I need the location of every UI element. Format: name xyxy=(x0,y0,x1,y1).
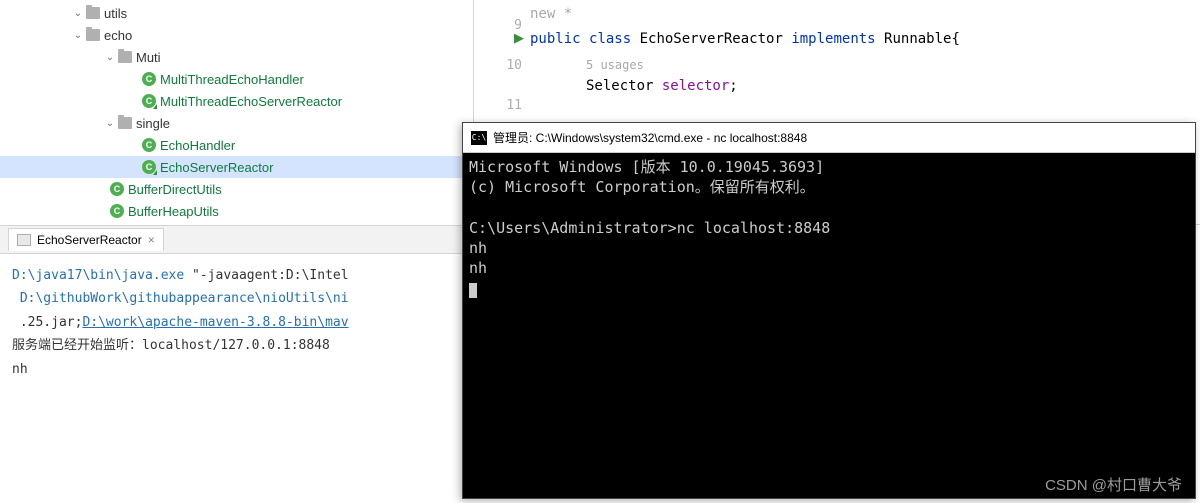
usages-hint[interactable]: 5 usages xyxy=(530,56,1200,74)
tree-item-label: BufferDirectUtils xyxy=(128,182,222,197)
chevron-down-icon[interactable]: ⌄ xyxy=(70,5,86,21)
tree-item-label: EchoHandler xyxy=(160,138,235,153)
tree-item-single[interactable]: ⌄ single xyxy=(0,112,473,134)
code-line[interactable]: public class EchoServerReactor implement… xyxy=(530,29,1200,50)
run-gutter-icon[interactable]: ▶ xyxy=(514,30,524,46)
tree-item-label: MultiThreadEchoServerReactor xyxy=(160,94,342,109)
close-icon[interactable]: × xyxy=(148,233,155,247)
tree-item-label: EchoServerReactor xyxy=(160,160,273,175)
cmd-body[interactable]: Microsoft Windows [版本 10.0.19045.3693] (… xyxy=(463,153,1195,303)
tree-item-label: echo xyxy=(104,28,132,43)
class-icon: C xyxy=(142,160,156,174)
run-tab-label: EchoServerReactor xyxy=(37,233,142,247)
folder-icon xyxy=(86,7,100,19)
class-icon: C xyxy=(142,138,156,152)
tree-item-utils[interactable]: ⌄ utils xyxy=(0,2,473,24)
console-icon xyxy=(17,234,31,246)
class-icon: C xyxy=(110,182,124,196)
tree-item-label: MultiThreadEchoHandler xyxy=(160,72,304,87)
folder-icon xyxy=(86,29,100,41)
tree-item-multithreadechoserverreactor[interactable]: C MultiThreadEchoServerReactor xyxy=(0,90,473,112)
cmd-window[interactable]: C:\ 管理员: C:\Windows\system32\cmd.exe - n… xyxy=(462,122,1196,499)
tree-item-label: utils xyxy=(104,6,127,21)
class-icon: C xyxy=(142,94,156,108)
code-line[interactable]: Selector selector; xyxy=(530,76,1200,97)
class-icon: C xyxy=(110,204,124,218)
tree-item-echoserverreactor[interactable]: C EchoServerReactor xyxy=(0,156,473,178)
tree-item-label: single xyxy=(136,116,170,131)
chevron-down-icon[interactable]: ⌄ xyxy=(102,115,118,131)
cmd-cursor xyxy=(469,283,477,298)
chevron-down-icon[interactable]: ⌄ xyxy=(102,49,118,65)
tree-item-label: Muti xyxy=(136,50,161,65)
chevron-down-icon[interactable]: ⌄ xyxy=(70,27,86,43)
tree-item-label: BufferHeapUtils xyxy=(128,204,219,219)
run-tool-window: EchoServerReactor × D:\java17\bin\java.e… xyxy=(0,225,462,503)
cmd-title-text: 管理员: C:\Windows\system32\cmd.exe - nc lo… xyxy=(493,129,807,146)
tree-item-echo[interactable]: ⌄ echo xyxy=(0,24,473,46)
run-tab[interactable]: EchoServerReactor × xyxy=(8,228,164,251)
folder-icon xyxy=(118,117,132,129)
tree-item-multithreadechohandler[interactable]: C MultiThreadEchoHandler xyxy=(0,68,473,90)
cmd-icon: C:\ xyxy=(471,131,487,145)
tree-item-bufferdirectutils[interactable]: C BufferDirectUtils xyxy=(0,178,473,200)
run-tab-bar: EchoServerReactor × xyxy=(0,226,462,254)
tree-item-bufferheaputils[interactable]: C BufferHeapUtils xyxy=(0,200,473,222)
folder-icon xyxy=(118,51,132,63)
tree-item-echohandler[interactable]: C EchoHandler xyxy=(0,134,473,156)
class-icon: C xyxy=(142,72,156,86)
cmd-title-bar[interactable]: C:\ 管理员: C:\Windows\system32\cmd.exe - n… xyxy=(463,123,1195,153)
tree-item-muti[interactable]: ⌄ Muti xyxy=(0,46,473,68)
project-tree[interactable]: ⌄utils⌄echo⌄MutiCMultiThreadEchoHandlerC… xyxy=(0,0,474,225)
watermark: CSDN @村口曹大爷 xyxy=(1045,474,1182,495)
inlay-hint: new * xyxy=(530,4,1200,25)
console-output[interactable]: D:\java17\bin\java.exe "-javaagent:D:\In… xyxy=(0,254,462,391)
